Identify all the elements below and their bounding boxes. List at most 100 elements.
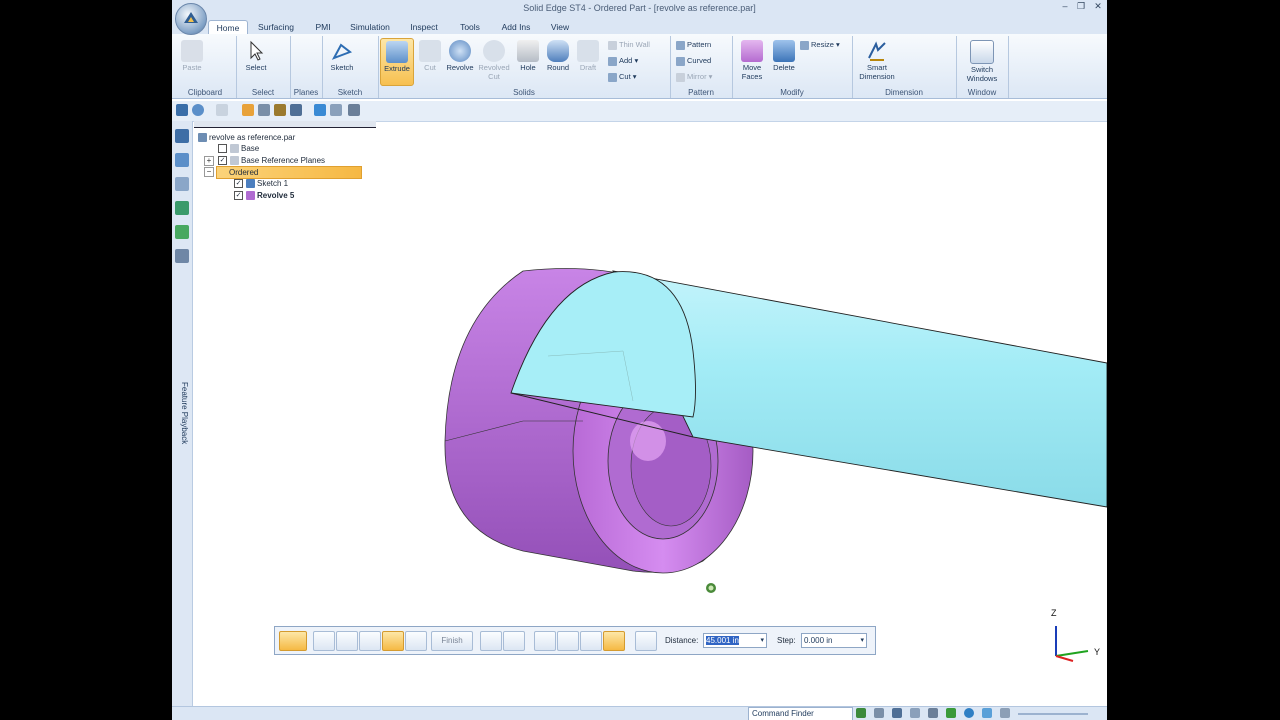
tree-root[interactable]: revolve as reference.par	[198, 132, 295, 143]
light-icon[interactable]	[274, 104, 286, 116]
tree-item-revolve5-label: Revolve 5	[257, 191, 295, 200]
sensors-icon[interactable]	[175, 225, 189, 239]
minimize-button[interactable]: –	[1058, 1, 1072, 11]
add-label: Add	[619, 56, 633, 65]
move-faces-button[interactable]: Move Faces	[736, 38, 768, 84]
delete-button[interactable]: Delete	[768, 38, 800, 84]
extent-through-all-icon[interactable]	[534, 631, 556, 651]
step-field[interactable]: 0.000 in ▾	[801, 633, 867, 648]
library-icon[interactable]	[175, 177, 189, 191]
sketch-button[interactable]: Sketch	[326, 38, 358, 84]
cut-small-button[interactable]: Cut ▾	[608, 72, 637, 82]
feature-playback-tab[interactable]: Feature Playback	[175, 369, 189, 457]
zoom-slider[interactable]	[1018, 713, 1088, 715]
mirror-button[interactable]: Mirror ▾	[676, 72, 712, 82]
extent-finite-icon[interactable]	[603, 631, 625, 651]
smart-dimension-button[interactable]: Smart Dimension	[858, 38, 896, 84]
group-label-clipboard: Clipboard	[187, 88, 223, 97]
extent-from-to-icon[interactable]	[580, 631, 602, 651]
symmetric-icon[interactable]	[503, 631, 525, 651]
tree-item-revolve5[interactable]: ✓ Revolve 5	[234, 190, 294, 201]
group-label-solids: Solids	[513, 88, 535, 97]
layers-icon[interactable]	[175, 153, 189, 167]
collapse-ordered-icon[interactable]: −	[204, 167, 214, 177]
curved-button[interactable]: Curved	[676, 56, 711, 66]
paste-button[interactable]: Paste	[176, 38, 208, 84]
side-icon[interactable]	[480, 631, 502, 651]
tab-add-ins[interactable]: Add Ins	[494, 20, 538, 34]
cut-button[interactable]: Cut	[414, 38, 446, 84]
expand-ref-planes-icon[interactable]: +	[204, 156, 214, 166]
keypoint-icon[interactable]	[635, 631, 657, 651]
hole-button[interactable]: Hole	[512, 38, 544, 84]
tab-simulation[interactable]: Simulation	[344, 20, 396, 34]
tab-tools[interactable]: Tools	[452, 20, 488, 34]
revolve-icon	[449, 40, 471, 62]
revolve5-checkbox[interactable]: ✓	[234, 191, 243, 201]
tab-inspect[interactable]: Inspect	[404, 20, 444, 34]
round-button[interactable]: Round	[542, 38, 574, 84]
step-draw-icon[interactable]	[336, 631, 358, 651]
undo-icon[interactable]	[192, 104, 204, 116]
tab-home[interactable]: Home	[208, 20, 248, 35]
switch-windows-button[interactable]: Switch Windows	[962, 38, 1002, 84]
spin-icon[interactable]	[946, 708, 956, 718]
view-orient-icon[interactable]	[242, 104, 254, 116]
distance-dropdown-icon[interactable]: ▾	[760, 634, 764, 647]
zoom-icon[interactable]	[314, 104, 326, 116]
tree-item-ref-planes[interactable]: ✓ Base Reference Planes	[218, 155, 325, 166]
distance-field[interactable]: 45.001 in ▾	[703, 633, 767, 648]
finish-button[interactable]: Finish	[431, 631, 473, 651]
restore-button[interactable]: ❐	[1074, 1, 1088, 12]
redo-icon[interactable]	[216, 104, 228, 116]
pattern-button[interactable]: Pattern	[676, 40, 711, 50]
pathfinder-icon[interactable]	[175, 129, 189, 143]
tab-surfacing[interactable]: Surfacing	[252, 20, 300, 34]
display-mode-icon[interactable]	[348, 104, 360, 116]
base-icon	[230, 144, 239, 154]
zoom-view-icon[interactable]	[910, 708, 920, 718]
tab-pmi[interactable]: PMI	[308, 20, 338, 34]
add-button[interactable]: Add ▾	[608, 56, 638, 66]
sketch-label: Sketch	[330, 63, 354, 72]
select-button[interactable]: Select	[240, 38, 272, 84]
tree-item-sketch1[interactable]: ✓ Sketch 1	[234, 178, 288, 189]
view-style-icon[interactable]	[982, 708, 992, 718]
resize-button[interactable]: Resize ▾	[800, 40, 840, 50]
step-plane-icon[interactable]	[359, 631, 381, 651]
revolve-button[interactable]: Revolve	[444, 38, 476, 84]
ref-planes-checkbox[interactable]: ✓	[218, 156, 227, 166]
application-button[interactable]	[175, 3, 207, 35]
close-button[interactable]: ✕	[1091, 1, 1105, 12]
pan-view-icon[interactable]	[928, 708, 938, 718]
playback-icon[interactable]	[175, 249, 189, 263]
fit-icon[interactable]	[258, 104, 270, 116]
step-extent-icon[interactable]	[382, 631, 404, 651]
fit-view-icon[interactable]	[874, 708, 884, 718]
rotate-cursor-icon	[706, 583, 716, 593]
extrude-button[interactable]: Extrude	[380, 38, 414, 86]
draft-button[interactable]: Draft	[572, 38, 604, 84]
tree-item-base[interactable]: Base	[218, 143, 259, 154]
command-finder-input[interactable]: Command Finder	[748, 707, 853, 720]
rotate-view-icon[interactable]	[856, 708, 866, 718]
base-checkbox[interactable]	[218, 144, 227, 154]
group-select: Select Select	[236, 36, 291, 98]
revolved-cut-button[interactable]: Revolved Cut	[478, 38, 510, 84]
tab-view[interactable]: View	[544, 20, 576, 34]
save-icon[interactable]	[176, 104, 188, 116]
pointer-icon[interactable]	[290, 104, 302, 116]
family-icon[interactable]	[175, 201, 189, 215]
pan-icon[interactable]	[330, 104, 342, 116]
step-dropdown-icon[interactable]: ▾	[860, 634, 864, 647]
sketch1-checkbox[interactable]: ✓	[234, 179, 243, 189]
step-profile-icon[interactable]	[313, 631, 335, 651]
thin-wall-button[interactable]: Thin Wall	[608, 40, 650, 50]
step-extrude-icon[interactable]	[279, 631, 307, 651]
step-treatment-icon[interactable]	[405, 631, 427, 651]
extent-next-icon[interactable]	[557, 631, 579, 651]
cut-small-label: Cut	[619, 72, 631, 81]
zoom-area-icon[interactable]	[892, 708, 902, 718]
shaded-icon[interactable]	[964, 708, 974, 718]
sketch-view-icon[interactable]	[1000, 708, 1010, 718]
